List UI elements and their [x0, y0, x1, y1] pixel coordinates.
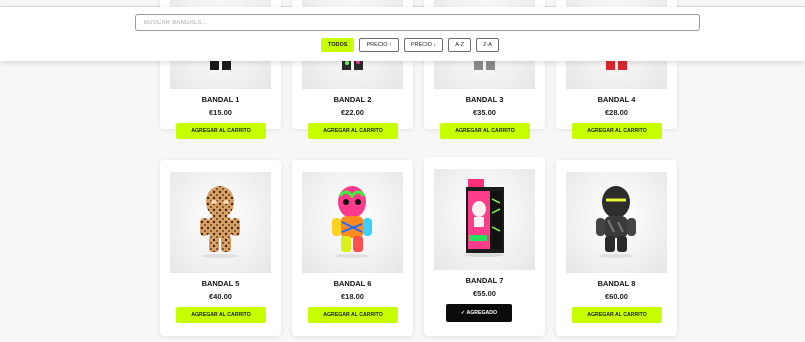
- filter-todos-button[interactable]: TODOS: [321, 38, 355, 52]
- add-to-cart-button[interactable]: AGREGAR AL CARRITO: [308, 123, 398, 139]
- product-image-8[interactable]: [566, 172, 667, 273]
- product-price: €40.00: [209, 292, 232, 301]
- product-name: BANDAL 7: [465, 276, 504, 285]
- product-name: BANDAL 8: [597, 279, 636, 288]
- product-image-5[interactable]: [170, 172, 271, 273]
- sort-filter-bar: TODOS PRECIO ↑ PRECIO ↓ A-Z Z-A: [321, 38, 499, 52]
- search-input[interactable]: [135, 14, 700, 31]
- add-to-cart-button[interactable]: AGREGAR AL CARRITO: [176, 123, 266, 139]
- sort-a-z-button[interactable]: A-Z: [448, 38, 472, 52]
- add-to-cart-button[interactable]: AGREGAR AL CARRITO: [572, 307, 662, 323]
- product-image-7[interactable]: [434, 169, 535, 270]
- product-name: BANDAL 1: [201, 95, 240, 104]
- filter-header: TODOS PRECIO ↑ PRECIO ↓ A-Z Z-A: [0, 7, 805, 61]
- product-name: BANDAL 3: [465, 95, 504, 104]
- product-name: BANDAL 5: [201, 279, 240, 288]
- product-price: €35.00: [473, 108, 496, 117]
- product-name: BANDAL 2: [333, 95, 372, 104]
- page: BANDAL 1 €15.00 AGREGAR AL CARRITO BANDA…: [0, 0, 805, 342]
- product-name: BANDAL 4: [597, 95, 636, 104]
- product-name: BANDAL 6: [333, 279, 372, 288]
- add-to-cart-button[interactable]: AGREGAR AL CARRITO: [176, 307, 266, 323]
- added-to-cart-button[interactable]: ✓ AGREGADO: [446, 304, 512, 322]
- product-card-8: BANDAL 8 €60.00 AGREGAR AL CARRITO: [556, 160, 677, 336]
- sort-price-desc-button[interactable]: PRECIO ↓: [403, 38, 444, 52]
- add-to-cart-button[interactable]: AGREGAR AL CARRITO: [440, 123, 530, 139]
- sort-z-a-button[interactable]: Z-A: [476, 38, 499, 52]
- product-image-6[interactable]: [302, 172, 403, 273]
- product-card-6: BANDAL 6 €18.00 AGREGAR AL CARRITO: [292, 160, 413, 336]
- product-price: €22.00: [341, 108, 364, 117]
- sort-price-asc-button[interactable]: PRECIO ↑: [359, 38, 399, 52]
- product-price: €28.00: [605, 108, 628, 117]
- product-price: €60.00: [605, 292, 628, 301]
- add-to-cart-button[interactable]: AGREGAR AL CARRITO: [572, 123, 662, 139]
- add-to-cart-button[interactable]: AGREGAR AL CARRITO: [308, 307, 398, 323]
- product-card-5: BANDAL 5 €40.00 AGREGAR AL CARRITO: [160, 160, 281, 336]
- product-price: €15.00: [209, 108, 232, 117]
- product-price: €55.00: [473, 289, 496, 298]
- product-price: €18.00: [341, 292, 364, 301]
- product-card-7: BANDAL 7 €55.00 ✓ AGREGADO: [424, 157, 545, 336]
